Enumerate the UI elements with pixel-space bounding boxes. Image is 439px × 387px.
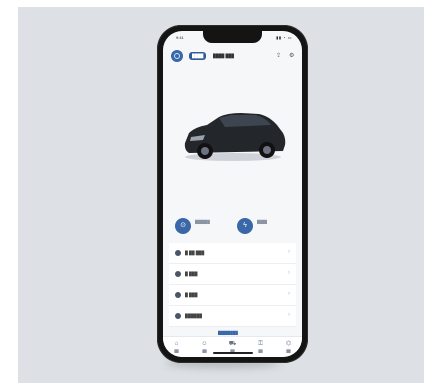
list-item[interactable]: █ ██ ███ › [169, 243, 296, 264]
item-icon [175, 250, 181, 256]
status-icons: ▮▮ ◔ ▭ [276, 35, 292, 40]
profile-icon: ☺ [201, 341, 208, 347]
home-indicator [213, 352, 253, 354]
item-icon [175, 313, 181, 319]
nav-car[interactable]: ⛟ ██ [219, 337, 246, 357]
settings-icon[interactable]: ⚙ [289, 52, 294, 60]
nav-profile[interactable]: ☺ ██ [191, 337, 218, 357]
item-icon [175, 292, 181, 298]
list-item-label: ██████ [185, 313, 203, 318]
nav-home[interactable]: ⌂ ██ [163, 337, 190, 357]
chevron-right-icon: › [288, 291, 290, 297]
shop-icon: ⌬ [285, 341, 292, 347]
list-item-label: █ ███ [185, 271, 198, 276]
share-icon[interactable]: ⇪ [276, 52, 281, 60]
phone-screen: 9:41 ▮▮ ◔ ▭ ████ ████ ███ ⇪ ⚙ ⊙ ██████ ϟ… [163, 31, 302, 357]
lock-action-label: ██████ [195, 220, 210, 224]
bottom-nav: ⌂ ██ ☺ ██ ⛟ ██ ⚿ ██ ⌬ ██ [163, 336, 302, 357]
lock-action-button[interactable]: ⊙ [175, 218, 191, 234]
list-item[interactable]: ██████ › [169, 306, 296, 327]
vehicle-badge[interactable]: ████ [189, 52, 207, 60]
phone-frame: 9:41 ▮▮ ◔ ▭ ████ ████ ███ ⇪ ⚙ ⊙ ██████ ϟ… [157, 25, 308, 363]
charge-action-label: ████ [257, 220, 267, 224]
list-item[interactable]: █ ███ › [169, 264, 296, 285]
charge-action-button[interactable]: ϟ [237, 218, 253, 234]
more-link[interactable]: ████████ [218, 331, 238, 335]
chevron-right-icon: › [288, 312, 290, 318]
car-image [184, 113, 286, 161]
nav-shop[interactable]: ⌬ ██ [275, 337, 302, 357]
nav-service[interactable]: ⚿ ██ [247, 337, 274, 357]
menu-list: █ ██ ███ › █ ███ › █ ███ › ██████ › [169, 243, 296, 327]
list-item[interactable]: █ ███ › [169, 285, 296, 306]
home-icon: ⌂ [174, 341, 179, 347]
service-icon: ⚿ [258, 341, 263, 347]
quick-actions: ⊙ ██████ ϟ ████ [171, 211, 294, 241]
list-item-label: █ ███ [185, 292, 198, 297]
notch [203, 31, 262, 43]
app-header: ████ ████ ███ ⇪ ⚙ [163, 47, 302, 67]
list-item-label: █ ██ ███ [185, 250, 205, 255]
status-time: 9:41 [176, 35, 184, 40]
chevron-right-icon: › [288, 270, 290, 276]
vehicle-name[interactable]: ████ ███ [213, 52, 234, 60]
car-icon: ⛟ [228, 341, 237, 347]
chevron-right-icon: › [288, 249, 290, 255]
item-icon [175, 271, 181, 277]
nav-label: ██ [174, 349, 179, 353]
brand-logo-icon[interactable] [171, 50, 183, 62]
nav-label: ██ [286, 349, 291, 353]
